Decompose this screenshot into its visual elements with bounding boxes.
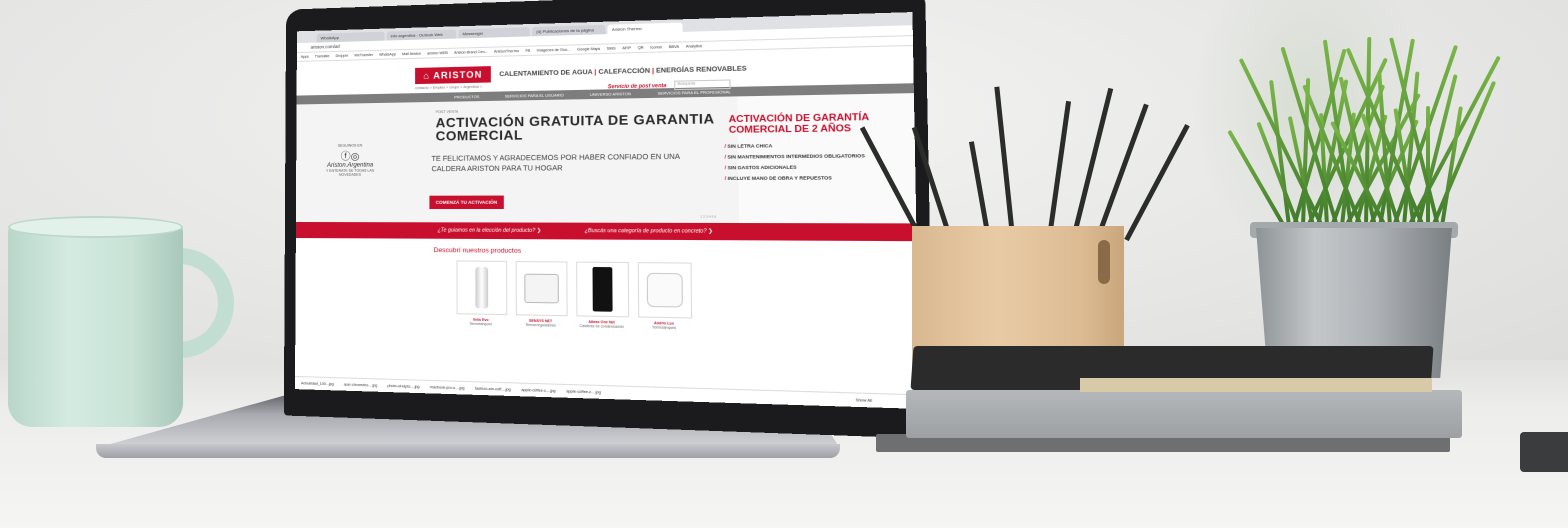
bookmark[interactable]: Apps — [301, 55, 309, 59]
coffee-mug — [8, 222, 183, 427]
bookmark[interactable]: Translate — [315, 54, 330, 58]
bookmark[interactable]: Mail Ariston — [402, 52, 421, 57]
download-item[interactable]: fashion-am-coff....jpg — [475, 386, 511, 391]
product-card[interactable]: Andris Lux Termotanques — [637, 262, 693, 331]
bookmark[interactable]: WhatsApp — [379, 52, 396, 56]
follow-note: Y ENTERATE DE TODAS LAS NOVEDADES — [325, 168, 375, 177]
warranty-title: ACTIVACIÓN DE GARANTÍA COMERCIAL DE 2 AÑ… — [728, 111, 869, 135]
bookmark[interactable]: Imágenes de Goo... — [537, 48, 571, 53]
product-card[interactable]: SENSYS NET Termorreguladores — [515, 261, 568, 328]
search-input[interactable]: Búsqueda — [674, 79, 731, 91]
product-category: Termorreguladores — [525, 322, 557, 328]
product-category: Termotanques — [469, 321, 493, 327]
hero-banner: SEGUINOS EN ⓕ◎ Ariston.Argentina Y ENTER… — [295, 93, 917, 224]
bookmark[interactable]: Iconos — [650, 45, 662, 50]
product-category: Termotanques — [651, 325, 677, 331]
download-item[interactable]: macbook-pro-o....jpg — [430, 385, 465, 390]
mug-rim — [8, 216, 183, 238]
bookmark[interactable]: SMG — [607, 46, 616, 50]
instagram-icon[interactable]: ◎ — [351, 152, 360, 163]
product-category: Calderas de condensación — [579, 323, 624, 329]
product-card[interactable]: Alteas One Net Calderas de condensación — [576, 261, 630, 330]
activation-button[interactable]: COMENZÁ TU ACTIVACIÓN — [429, 195, 504, 209]
cup-hole — [1098, 240, 1110, 284]
show-all-button[interactable]: Show All — [856, 398, 873, 403]
nav-item[interactable]: SERVICIOS PARA EL USUARIO — [505, 93, 564, 98]
nav-item[interactable]: UNIVERSO ARISTON — [590, 92, 631, 97]
grass-blade — [1426, 106, 1430, 226]
nav-item[interactable]: SERVICIOS PARA EL PROFESIONAL — [657, 90, 730, 96]
ariston-logo[interactable]: ⌂ ARISTON — [415, 66, 491, 85]
product-image[interactable] — [637, 262, 693, 319]
bookmark[interactable]: Dropper — [335, 54, 348, 58]
bookmark[interactable]: AristonThermo — [494, 49, 519, 54]
guide-link[interactable]: ¿Te guiamos en la elección del producto?… — [438, 227, 542, 234]
product-image[interactable] — [576, 261, 630, 318]
product-image[interactable] — [515, 261, 568, 317]
site-tagline: CALENTAMIENTO DE AGUA | CALEFACCIÓN | EN… — [499, 64, 747, 78]
warranty-item: INCLUYE MANO DE OBRA Y REPUESTOS — [725, 175, 901, 182]
products-grid: Velis Evo Termotanques SENSYS NET Termor… — [295, 253, 918, 335]
laptop-front-edge — [96, 444, 840, 458]
download-item[interactable]: apple-coffee-c....jpg — [566, 389, 601, 394]
social-follow: SEGUINOS EN ⓕ◎ Ariston.Argentina Y ENTER… — [320, 143, 380, 177]
nav-item[interactable]: PRODUCTOS — [454, 94, 479, 99]
warranty-item: SIN GASTOS ADICIONALES — [725, 164, 901, 172]
hero-subtitle: TE FELICITAMOS Y AGRADECEMOS POR HABER C… — [431, 153, 680, 174]
facebook-icon[interactable]: ⓕ — [341, 152, 351, 163]
bookmark[interactable]: Ariston Brand Cen... — [454, 50, 488, 55]
social-icons[interactable]: ⓕ◎ — [320, 147, 380, 163]
bookmark[interactable]: QR — [638, 46, 644, 50]
bookmark[interactable]: Google Maps — [577, 47, 600, 52]
hero-eyebrow: POST VENTA — [435, 109, 459, 115]
bookmark[interactable]: FB — [525, 49, 530, 53]
bookmark[interactable]: ariston WEB — [427, 51, 448, 56]
bookmark[interactable]: BBVA — [669, 45, 679, 49]
download-item[interactable]: photo-of-lapto....jpg — [388, 384, 420, 389]
category-link[interactable]: ¿Buscás una categoría de producto en con… — [585, 228, 713, 235]
hero-title: ACTIVACIÓN GRATUITA DE GARANTIA COMERCIA… — [435, 110, 715, 144]
product-image[interactable] — [456, 260, 508, 316]
postventa-link[interactable]: Servicio de post venta — [608, 83, 667, 90]
download-item[interactable]: acer-chromebo....jpg — [344, 382, 378, 387]
download-item[interactable]: apple-coffee-c....jpg — [521, 388, 555, 393]
edge-object — [1520, 432, 1568, 472]
bookmark[interactable]: AFIP — [622, 46, 631, 50]
bookmark[interactable]: Analytics — [686, 44, 702, 49]
book-middle — [906, 390, 1462, 438]
carousel-dots[interactable]: 1 2 3 4 5 6 — [700, 214, 716, 218]
laptop-display: WhatsApp info argentina - Outlook Web Me… — [295, 12, 920, 409]
notebook-pages — [1080, 378, 1432, 392]
bookmark[interactable]: WeTransfer — [354, 53, 373, 57]
download-item[interactable]: Actualidad_100...jpg — [301, 381, 334, 386]
product-card[interactable]: Velis Evo Termotanques — [456, 260, 508, 327]
